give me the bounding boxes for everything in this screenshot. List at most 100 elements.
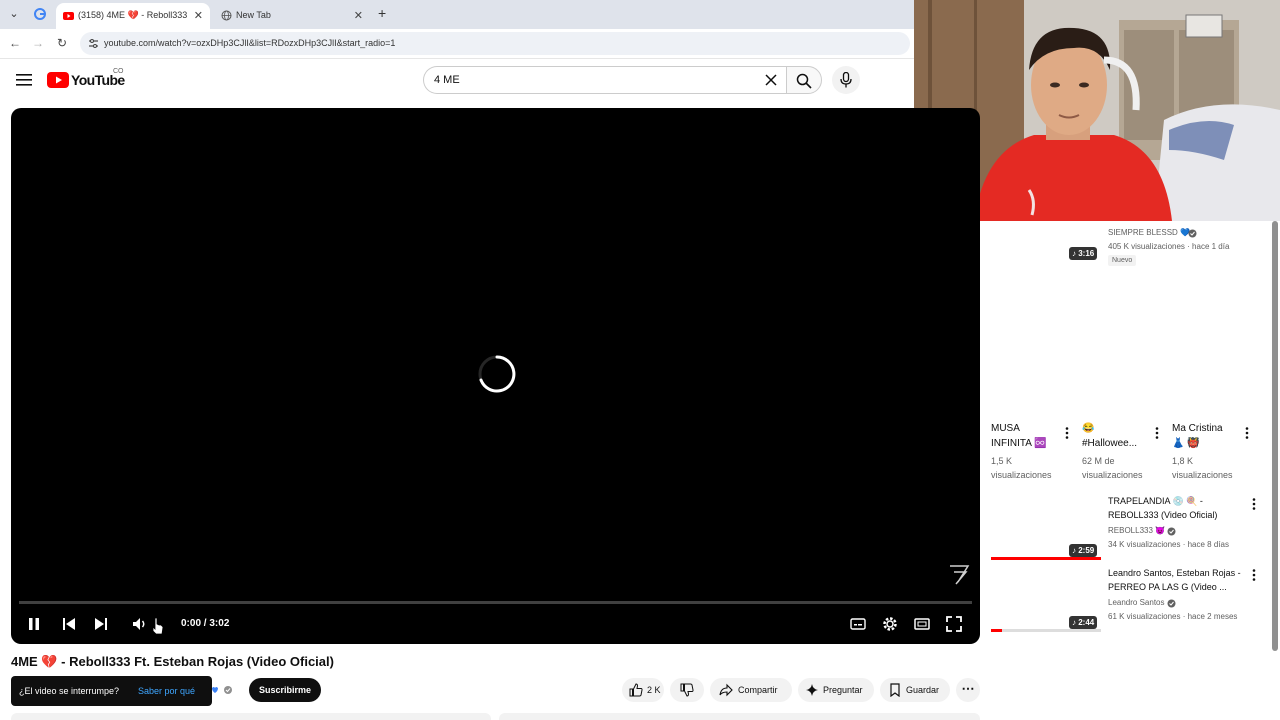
save-label: Guardar xyxy=(906,685,940,695)
short-views-label: visualizaciones xyxy=(1172,470,1233,480)
tab-title: New Tab xyxy=(236,10,271,20)
search-icon xyxy=(796,73,812,89)
video-title: 4ME 💔 - Reboll333 Ft. Esteban Rojas (Vid… xyxy=(11,654,334,669)
toast-learn-more-link[interactable]: Saber por qué xyxy=(138,686,195,696)
youtube-play-logo-icon xyxy=(47,72,69,88)
channel-watermark-icon[interactable] xyxy=(946,560,972,586)
duration-badge: ♪ 2:44 xyxy=(1069,616,1098,629)
short-views-label: visualizaciones xyxy=(991,470,1052,480)
verified-badge-icon xyxy=(1188,229,1197,238)
short-title-line: 👗 👹 xyxy=(1172,438,1200,449)
interruption-toast: ¿El video se interrumpe? Saber por qué xyxy=(11,676,212,706)
like-count: 2 K xyxy=(647,685,661,695)
kebab-menu-icon[interactable] xyxy=(1065,427,1069,439)
share-arrow-icon xyxy=(719,683,733,697)
clear-search-icon[interactable] xyxy=(764,73,778,87)
kebab-menu-icon[interactable] xyxy=(1252,569,1256,581)
channel-verified-icon xyxy=(210,685,238,697)
duration-badge: ♪ 3:16 xyxy=(1069,247,1098,260)
youtube-header: YouTube CO 4 ME xyxy=(0,60,914,106)
mouse-cursor-icon xyxy=(152,617,164,635)
verified-badge-icon xyxy=(1167,527,1176,536)
theater-mode-icon[interactable] xyxy=(912,614,932,634)
ask-button[interactable]: Preguntar xyxy=(798,678,874,702)
new-badge: Nuevo xyxy=(1108,255,1137,266)
channel-name: SIEMPRE BLESSD 💙 xyxy=(1108,228,1190,237)
watch-progress-fill xyxy=(991,629,1002,632)
verified-badge-icon xyxy=(1167,599,1176,608)
short-title-line: MUSA xyxy=(991,423,1020,434)
site-settings-icon[interactable] xyxy=(88,38,99,49)
bookmark-icon xyxy=(890,683,900,697)
settings-gear-icon[interactable] xyxy=(880,614,900,634)
tab-new-tab[interactable]: New Tab ✕ xyxy=(214,3,370,29)
new-tab-plus-icon[interactable]: + xyxy=(378,5,386,21)
short-title-line: #Hallowee... xyxy=(1082,438,1138,449)
subtitles-icon[interactable] xyxy=(848,614,868,634)
watch-progress-fill xyxy=(991,557,1101,560)
short-views: 1,5 K xyxy=(991,456,1013,466)
save-button[interactable]: Guardar xyxy=(880,678,950,702)
forward-arrow-icon[interactable]: → xyxy=(31,36,45,50)
tab-search-chevron-icon[interactable]: ⌄ xyxy=(7,7,21,21)
ask-label: Preguntar xyxy=(823,685,863,695)
globe-icon xyxy=(221,10,232,21)
google-icon[interactable] xyxy=(34,8,46,20)
total-time: 3:02 xyxy=(209,618,230,629)
search-input[interactable]: 4 ME xyxy=(423,66,786,94)
watch-progress-track xyxy=(991,629,1101,632)
dislike-button[interactable] xyxy=(670,678,704,702)
sidebar-scrollbar[interactable] xyxy=(1272,221,1278,651)
description-box[interactable] xyxy=(11,713,491,720)
tab-title: (3158) 4ME 💔 - Reboll333 Ft. Esteban Roj… xyxy=(78,10,188,20)
pause-icon[interactable] xyxy=(24,614,44,634)
view-meta: 34 K visualizaciones · hace 8 días xyxy=(1108,540,1229,549)
video-title-line: TRAPELANDIA 💿 🍭 - xyxy=(1108,496,1203,506)
next-icon[interactable] xyxy=(91,614,111,634)
back-arrow-icon[interactable]: ← xyxy=(8,36,22,50)
time-display: 0:00 / 3:02 xyxy=(181,618,229,629)
duration-text: 2:59 xyxy=(1078,546,1095,555)
duration-badge: ♪ 2:59 xyxy=(1069,544,1098,557)
music-note-icon: ♪ xyxy=(1072,546,1076,555)
like-button[interactable]: 2 K xyxy=(622,678,664,702)
sparkle-icon xyxy=(806,684,818,696)
country-code: CO xyxy=(113,68,124,75)
volume-icon[interactable] xyxy=(130,614,150,634)
kebab-menu-icon[interactable] xyxy=(1252,498,1256,510)
video-progress-bar[interactable] xyxy=(19,601,972,604)
page: ⌄ (3158) 4ME 💔 - Reboll333 Ft. Esteban R… xyxy=(0,0,1280,720)
toast-message: ¿El video se interrumpe? xyxy=(19,686,120,696)
subscribe-button[interactable]: Suscribirme xyxy=(249,678,321,702)
hamburger-menu-icon[interactable] xyxy=(16,73,32,87)
more-actions-icon[interactable]: ⋯ xyxy=(956,678,980,702)
video-player[interactable]: 0:00 / 3:02 xyxy=(11,108,980,644)
comments-preview[interactable] xyxy=(499,713,980,720)
kebab-menu-icon[interactable] xyxy=(1245,427,1249,439)
close-tab-icon[interactable]: ✕ xyxy=(354,9,363,22)
kebab-menu-icon[interactable] xyxy=(1155,427,1159,439)
recommendations-sidebar: ♪ 3:16 SIEMPRE BLESSD 💙 405 K visualizac… xyxy=(980,221,1280,720)
video-title-line: REBOLL333 (Video Oficial) xyxy=(1108,510,1218,520)
duration-text: 2:44 xyxy=(1078,618,1095,627)
short-views-label: visualizaciones xyxy=(1082,470,1143,480)
address-bar[interactable]: youtube.com/watch?v=ozxDHp3CJlI&list=RDo… xyxy=(80,32,910,55)
close-tab-icon[interactable]: ✕ xyxy=(194,9,203,22)
fullscreen-icon[interactable] xyxy=(944,614,964,634)
microphone-icon xyxy=(840,72,852,88)
reload-icon[interactable]: ↻ xyxy=(55,36,69,50)
voice-search-button[interactable] xyxy=(832,66,860,94)
short-views: 62 M de xyxy=(1082,456,1115,466)
thumbs-up-icon xyxy=(629,683,643,697)
previous-icon[interactable] xyxy=(59,614,79,634)
short-title-line: Ma Cristina xyxy=(1172,423,1223,434)
short-title-line: INFINITA ♾️ xyxy=(991,438,1047,449)
search-button[interactable] xyxy=(786,66,822,94)
share-button[interactable]: Compartir xyxy=(710,678,792,702)
share-label: Compartir xyxy=(738,685,778,695)
video-title-line: Leandro Santos, Esteban Rojas - xyxy=(1108,568,1241,578)
channel-name: Leandro Santos xyxy=(1108,598,1165,607)
video-title-line: PERREO PA LAS G (Video ... xyxy=(1108,582,1227,592)
youtube-favicon-icon xyxy=(63,12,74,20)
tab-youtube[interactable]: (3158) 4ME 💔 - Reboll333 Ft. Esteban Roj… xyxy=(56,3,210,29)
